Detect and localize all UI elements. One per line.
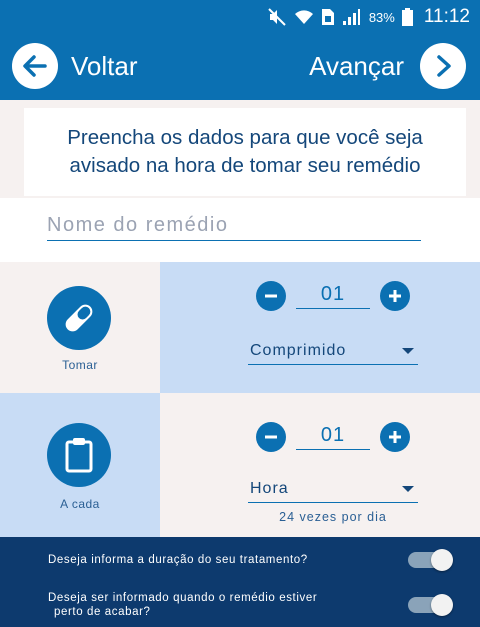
battery-percent: 83% [368,9,395,25]
medicine-name-section [0,198,480,262]
dose-quantity-stepper: 01 [256,281,410,311]
interval-controls-cell: 01 Hora 24 vezes por dia [160,393,480,537]
duration-question: Deseja informa a duração do seu tratamen… [48,554,308,566]
instructions-line-2: avisado na hora de tomar seu remédio [69,154,421,177]
toggle-knob[interactable] [431,594,453,616]
ending-toggle[interactable] [408,594,453,616]
instructions-line-1: Preencha os dados para que você seja [67,126,423,149]
dose-increase-button[interactable] [380,281,410,311]
plus-icon [389,431,401,443]
medicine-name-input[interactable] [47,211,421,241]
toggle-knob[interactable] [431,549,453,571]
next-button[interactable]: Avançar [309,43,466,89]
clipboard-icon [47,423,111,487]
wifi-icon [294,8,314,26]
interval-increase-button[interactable] [380,422,410,452]
interval-unit-select[interactable]: Hora [248,475,418,503]
dose-label: Tomar [62,358,98,372]
interval-label: A cada [60,497,100,511]
instructions-text: Preencha os dados para que você seja avi… [67,124,423,180]
duration-toggle[interactable] [408,549,453,571]
app-bar: 83% 11:12 Voltar Avançar [0,0,480,100]
settings-panel: Deseja informa a duração do seu tratamen… [0,537,480,627]
pill-icon [47,286,111,350]
chevron-down-icon[interactable] [402,347,414,354]
sim-icon [321,8,335,26]
minus-icon [265,435,277,439]
next-label[interactable]: Avançar [309,51,404,82]
dose-controls-cell: 01 Comprimido [160,262,480,393]
back-label[interactable]: Voltar [71,51,138,82]
chevron-right-icon[interactable] [420,43,466,89]
plus-icon [389,290,401,302]
dose-quantity-value[interactable]: 01 [296,283,370,309]
mute-icon [267,8,287,26]
arrow-left-icon[interactable] [12,43,58,89]
interval-unit-value[interactable]: Hora [250,480,289,498]
interval-icon-cell: A cada [0,393,160,537]
ending-question: Deseja ser informado quando o remédio es… [48,591,317,619]
chevron-down-icon[interactable] [402,485,414,492]
interval-quantity-stepper: 01 [256,422,410,452]
dose-decrease-button[interactable] [256,281,286,311]
signal-icon [342,8,360,26]
battery-icon [401,8,413,26]
back-button[interactable]: Voltar [12,43,138,89]
status-bar: 83% 11:12 [267,6,470,28]
clock-time: 11:12 [423,6,470,27]
dose-unit-select[interactable]: Comprimido [248,337,418,365]
interval-quantity-value[interactable]: 01 [296,424,370,450]
interval-decrease-button[interactable] [256,422,286,452]
dose-icon-cell: Tomar [0,262,160,393]
ending-question-line-1: Deseja ser informado quando o remédio es… [48,592,318,604]
doses-per-day-text: 24 vezes por dia [279,510,387,524]
ending-question-line-2: perto de acabar? [54,606,151,618]
instructions-card: Preencha os dados para que você seja avi… [24,108,466,196]
minus-icon [265,294,277,298]
dose-unit-value[interactable]: Comprimido [250,342,346,360]
